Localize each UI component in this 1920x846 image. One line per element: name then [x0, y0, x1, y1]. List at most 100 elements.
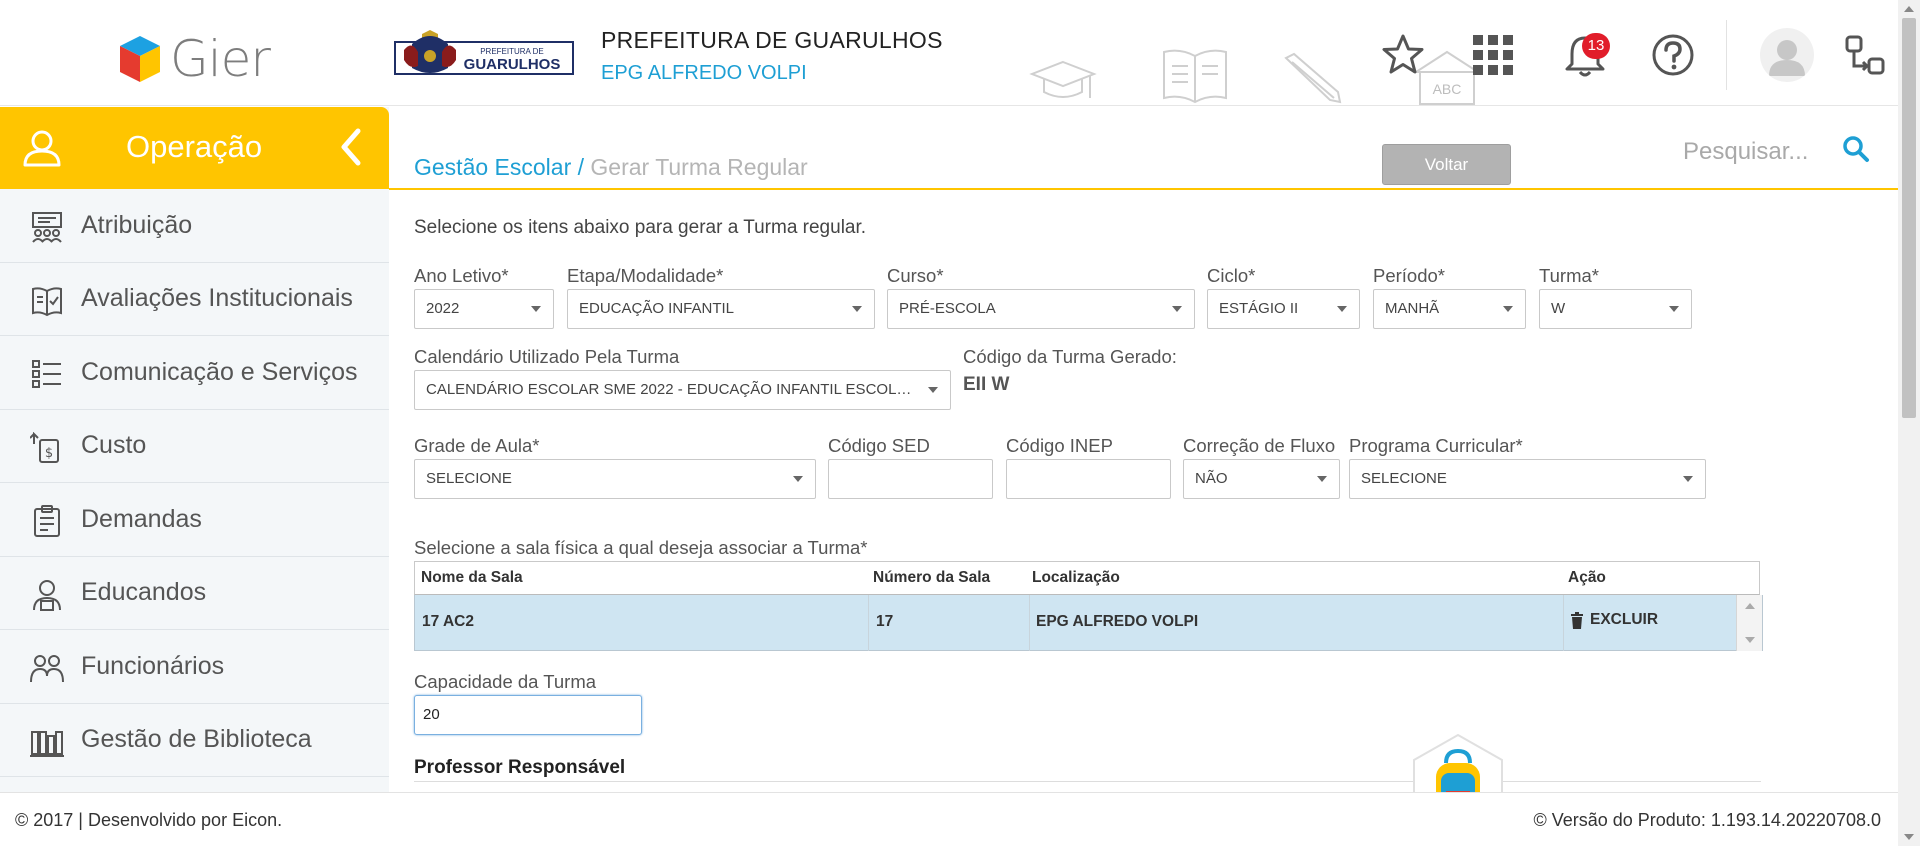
- column-divider: [1563, 595, 1564, 651]
- assignment-icon: [32, 212, 62, 243]
- help-icon[interactable]: [1650, 32, 1696, 78]
- search-input[interactable]: Pesquisar...: [1683, 138, 1808, 166]
- school-name[interactable]: EPG ALFREDO VOLPI: [601, 62, 807, 85]
- column-divider: [1029, 595, 1030, 651]
- switch-profile-icon[interactable]: [1844, 34, 1886, 76]
- correcao-label: Correção de Fluxo: [1183, 435, 1336, 456]
- turma-value: W: [1551, 300, 1566, 317]
- avatar[interactable]: [1760, 28, 1814, 82]
- column-header[interactable]: Número da Sala: [873, 569, 990, 587]
- sidebar-item-educandos[interactable]: Educandos: [0, 557, 389, 630]
- sidebar-item-label: Demandas: [81, 504, 202, 533]
- library-icon: [30, 730, 64, 757]
- star-icon[interactable]: [1380, 32, 1426, 78]
- correcao-value: NÃO: [1195, 470, 1228, 487]
- periodo-value: MANHÃ: [1385, 300, 1440, 317]
- programa-value: SELECIONE: [1361, 470, 1447, 487]
- capacidade-label: Capacidade da Turma: [414, 671, 597, 692]
- scroll-up-icon[interactable]: [1904, 6, 1914, 12]
- programa-label: Programa Curricular*: [1349, 435, 1523, 456]
- gier-logo[interactable]: Gier: [118, 30, 271, 88]
- open-book-icon: [1163, 49, 1227, 104]
- notification-badge[interactable]: 13: [1582, 33, 1610, 59]
- ano-letivo-select[interactable]: 2022: [414, 289, 554, 329]
- codigo-sed-input[interactable]: [828, 459, 993, 499]
- rooms-table: Nome da Sala Número da Sala Localização …: [414, 561, 1763, 651]
- table-header: Nome da Sala Número da Sala Localização …: [414, 561, 1760, 595]
- sidebar-item-biblioteca[interactable]: Gestão de Biblioteca: [0, 704, 389, 777]
- top-header: Gier PREFEITURA DE GUARULHOS PREFEITURA …: [0, 0, 1898, 106]
- codigo-gerado-label: Código da Turma Gerado:: [963, 346, 1177, 367]
- sidebar-item-label: Atribuição: [81, 210, 193, 239]
- sidebar: Operação Atribuição Avaliações Instituci…: [0, 107, 389, 792]
- clipboard-icon: [34, 505, 60, 537]
- chevron-down-icon: [1503, 306, 1513, 312]
- sidebar-item-label: Avaliações Institucionais: [81, 284, 353, 313]
- search-icon[interactable]: [1842, 135, 1870, 163]
- periodo-select[interactable]: MANHÃ: [1373, 289, 1526, 329]
- scrollbar-thumb[interactable]: [1902, 18, 1916, 418]
- staff-icon: [30, 655, 64, 683]
- ciclo-label: Ciclo*: [1207, 265, 1256, 286]
- periodo-label: Período*: [1373, 265, 1445, 286]
- codigo-inep-label: Código INEP: [1006, 435, 1113, 456]
- sidebar-item-demandas[interactable]: Demandas: [0, 483, 389, 557]
- capacidade-input[interactable]: 20: [414, 695, 642, 735]
- table-row[interactable]: 17 AC2 17 EPG ALFREDO VOLPI EXCLUIR: [414, 595, 1763, 651]
- delete-label: EXCLUIR: [1590, 611, 1659, 628]
- room-number-cell: 17: [876, 613, 894, 630]
- curso-label: Curso*: [887, 265, 944, 286]
- page-scrollbar[interactable]: [1898, 0, 1920, 846]
- sidebar-item-atribuicao[interactable]: Atribuição: [0, 189, 389, 263]
- chevron-down-icon: [1683, 476, 1693, 482]
- svg-text:PREFEITURA DE: PREFEITURA DE: [480, 47, 544, 56]
- room-name-cell: 17 AC2: [422, 613, 474, 630]
- sidebar-item-label: Gestão de Biblioteca: [81, 725, 312, 754]
- column-header[interactable]: Localização: [1032, 569, 1120, 587]
- sidebar-item-avaliacoes[interactable]: Avaliações Institucionais: [0, 263, 389, 336]
- column-divider: [868, 595, 869, 651]
- checklist-icon: [32, 360, 61, 388]
- sidebar-item-funcionarios[interactable]: Funcionários: [0, 630, 389, 704]
- calendario-select[interactable]: CALENDÁRIO ESCOLAR SME 2022 - EDUCAÇÃO I…: [414, 370, 951, 410]
- scroll-arrows-icon: [1745, 603, 1755, 643]
- back-button[interactable]: Voltar: [1382, 144, 1511, 185]
- programa-select[interactable]: SELECIONE: [1349, 459, 1706, 499]
- sidebar-item-custo[interactable]: $ Custo: [0, 410, 389, 483]
- footer-copyright: © 2017 | Desenvolvido por Eicon.: [15, 810, 283, 830]
- svg-text:$: $: [45, 446, 53, 461]
- sidebar-title: Operação: [126, 129, 263, 164]
- curso-select[interactable]: PRÉ-ESCOLA: [887, 289, 1195, 329]
- student-icon: [33, 579, 61, 611]
- table-scrollbar[interactable]: [1736, 595, 1762, 651]
- delete-room-button[interactable]: EXCLUIR: [1570, 611, 1658, 629]
- guarulhos-crest-logo: PREFEITURA DE GUARULHOS: [394, 30, 574, 75]
- grade-select[interactable]: SELECIONE: [414, 459, 816, 499]
- grade-label: Grade de Aula*: [414, 435, 540, 456]
- form-hint: Selecione os itens abaixo para gerar a T…: [414, 217, 867, 238]
- etapa-select[interactable]: EDUCAÇÃO INFANTIL: [567, 289, 875, 329]
- chevron-down-icon: [928, 387, 938, 393]
- scroll-down-icon[interactable]: [1904, 834, 1914, 840]
- graduation-cap-icon: [1029, 60, 1097, 98]
- brand-name: Gier: [170, 30, 271, 88]
- professor-section-title: Professor Responsável: [414, 757, 626, 778]
- collapse-sidebar-icon[interactable]: [336, 127, 366, 167]
- svg-text:GUARULHOS: GUARULHOS: [464, 56, 561, 73]
- codigo-inep-input[interactable]: [1006, 459, 1171, 499]
- column-header[interactable]: Nome da Sala: [421, 569, 523, 587]
- apps-grid-icon[interactable]: [1470, 32, 1516, 78]
- codigo-sed-label: Código SED: [828, 435, 930, 456]
- breadcrumb-parent[interactable]: Gestão Escolar /: [414, 154, 584, 180]
- footer: © 2017 | Desenvolvido por Eicon. © Versã…: [0, 792, 1898, 846]
- room-location-cell: EPG ALFREDO VOLPI: [1036, 613, 1199, 630]
- sidebar-item-label: Custo: [81, 431, 147, 460]
- ciclo-select[interactable]: ESTÁGIO II: [1207, 289, 1360, 329]
- turma-select[interactable]: W: [1539, 289, 1692, 329]
- column-header: Ação: [1568, 569, 1606, 586]
- breadcrumb-current: Gerar Turma Regular: [590, 154, 808, 180]
- sidebar-item-comunicacao[interactable]: Comunicação e Serviços: [0, 336, 389, 410]
- correcao-select[interactable]: NÃO: [1183, 459, 1340, 499]
- chevron-down-icon: [531, 306, 541, 312]
- chevron-down-icon: [1317, 476, 1327, 482]
